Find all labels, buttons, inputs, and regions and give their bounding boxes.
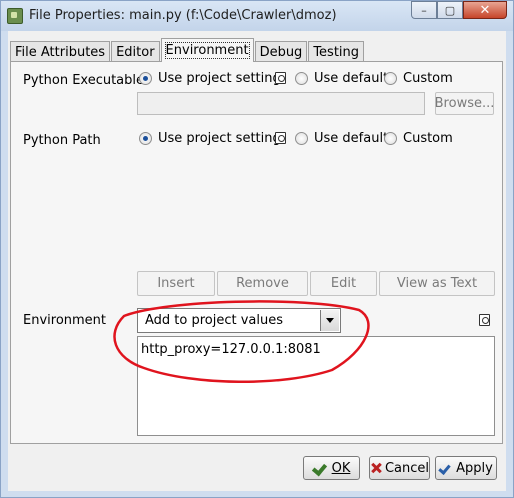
tab-file-attributes[interactable]: File Attributes bbox=[10, 41, 111, 62]
tab-label: File Attributes bbox=[15, 44, 106, 60]
environment-textarea[interactable]: http_proxy=127.0.0.1:8081 bbox=[137, 336, 495, 436]
exec-project-label: Use project setting bbox=[158, 71, 281, 86]
insert-button[interactable]: Insert bbox=[137, 271, 215, 296]
exec-reset-icon[interactable] bbox=[275, 72, 286, 84]
exec-default-radio[interactable] bbox=[295, 72, 308, 85]
apply-label: Apply bbox=[456, 460, 493, 476]
tab-environment[interactable]: Environment bbox=[160, 38, 254, 62]
view-as-text-button[interactable]: View as Text bbox=[379, 271, 495, 296]
python-path-label: Python Path bbox=[23, 133, 101, 148]
exec-custom-label: Custom bbox=[403, 71, 453, 86]
environment-mode-value: Add to project values bbox=[145, 313, 284, 328]
cancel-label: Cancel bbox=[384, 460, 429, 476]
check-icon bbox=[438, 461, 451, 475]
app-icon bbox=[7, 8, 23, 24]
environment-label: Environment bbox=[23, 313, 107, 328]
maximize-button[interactable]: ▢ bbox=[437, 1, 463, 19]
ok-label: OK bbox=[331, 460, 351, 476]
tab-debug[interactable]: Debug bbox=[254, 41, 308, 62]
exec-custom-radio[interactable] bbox=[384, 72, 397, 85]
python-executable-label: Python Executable bbox=[23, 73, 145, 88]
tab-label: Testing bbox=[313, 44, 360, 60]
environment-text: http_proxy=127.0.0.1:8081 bbox=[141, 342, 321, 357]
path-custom-label: Custom bbox=[403, 131, 453, 146]
exec-path-input[interactable] bbox=[137, 92, 425, 115]
close-button[interactable]: ✕ bbox=[463, 1, 507, 19]
ok-button[interactable]: OK bbox=[303, 456, 360, 480]
tab-label: Debug bbox=[259, 44, 303, 60]
path-custom-radio[interactable] bbox=[384, 132, 397, 145]
title-bar: File Properties: main.py (f:\Code\Crawle… bbox=[1, 1, 513, 31]
window-controls: – ▢ ✕ bbox=[411, 1, 507, 19]
tab-label: Editor bbox=[116, 44, 155, 60]
check-icon bbox=[311, 460, 327, 476]
tab-label: Environment bbox=[164, 42, 250, 59]
exec-default-label: Use default bbox=[314, 71, 389, 86]
environment-reset-icon[interactable] bbox=[479, 314, 490, 326]
minimize-button[interactable]: – bbox=[411, 1, 437, 19]
tab-testing[interactable]: Testing bbox=[308, 41, 365, 62]
path-default-label: Use default bbox=[314, 131, 389, 146]
path-reset-icon[interactable] bbox=[275, 132, 286, 144]
remove-button[interactable]: Remove bbox=[217, 271, 308, 296]
cross-icon bbox=[370, 462, 381, 474]
environment-mode-select[interactable]: Add to project values bbox=[137, 308, 341, 333]
browse-button[interactable]: Browse... bbox=[435, 92, 494, 115]
cancel-button[interactable]: Cancel bbox=[369, 456, 430, 480]
path-default-radio[interactable] bbox=[295, 132, 308, 145]
window-title: File Properties: main.py (f:\Code\Crawle… bbox=[29, 8, 337, 23]
edit-button[interactable]: Edit bbox=[310, 271, 377, 296]
path-project-label: Use project setting bbox=[158, 131, 281, 146]
apply-button[interactable]: Apply bbox=[435, 456, 497, 480]
path-project-radio[interactable] bbox=[139, 132, 152, 145]
tab-editor[interactable]: Editor bbox=[111, 41, 160, 62]
tab-bar: File Attributes Editor Environment Debug… bbox=[10, 38, 365, 62]
exec-project-radio[interactable] bbox=[139, 72, 152, 85]
chevron-down-icon[interactable] bbox=[320, 310, 339, 331]
